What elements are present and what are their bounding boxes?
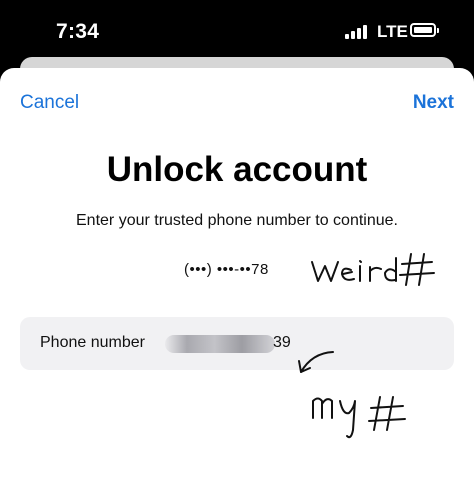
modal-sheet (0, 68, 474, 498)
battery-tip-icon (437, 28, 439, 33)
cancel-button[interactable]: Cancel (20, 92, 79, 114)
status-bar: 7:34 LTE (0, 0, 474, 62)
phone-number-field[interactable]: Phone number 39 (20, 317, 454, 370)
instruction-text: Enter your trusted phone number to conti… (76, 212, 398, 229)
masked-phone-number: (•••) •••-••78 (184, 261, 269, 278)
signal-icon (345, 25, 369, 39)
network-label: LTE (377, 22, 408, 41)
battery-fill (414, 27, 432, 33)
next-button[interactable]: Next (413, 92, 454, 114)
page-title: Unlock account (106, 150, 368, 189)
phone-number-value[interactable]: 39 (273, 334, 291, 352)
phone-number-label: Phone number (40, 334, 145, 351)
status-time: 7:34 (56, 20, 100, 43)
redacted-phone-digits (165, 335, 275, 353)
battery-icon (410, 23, 436, 37)
